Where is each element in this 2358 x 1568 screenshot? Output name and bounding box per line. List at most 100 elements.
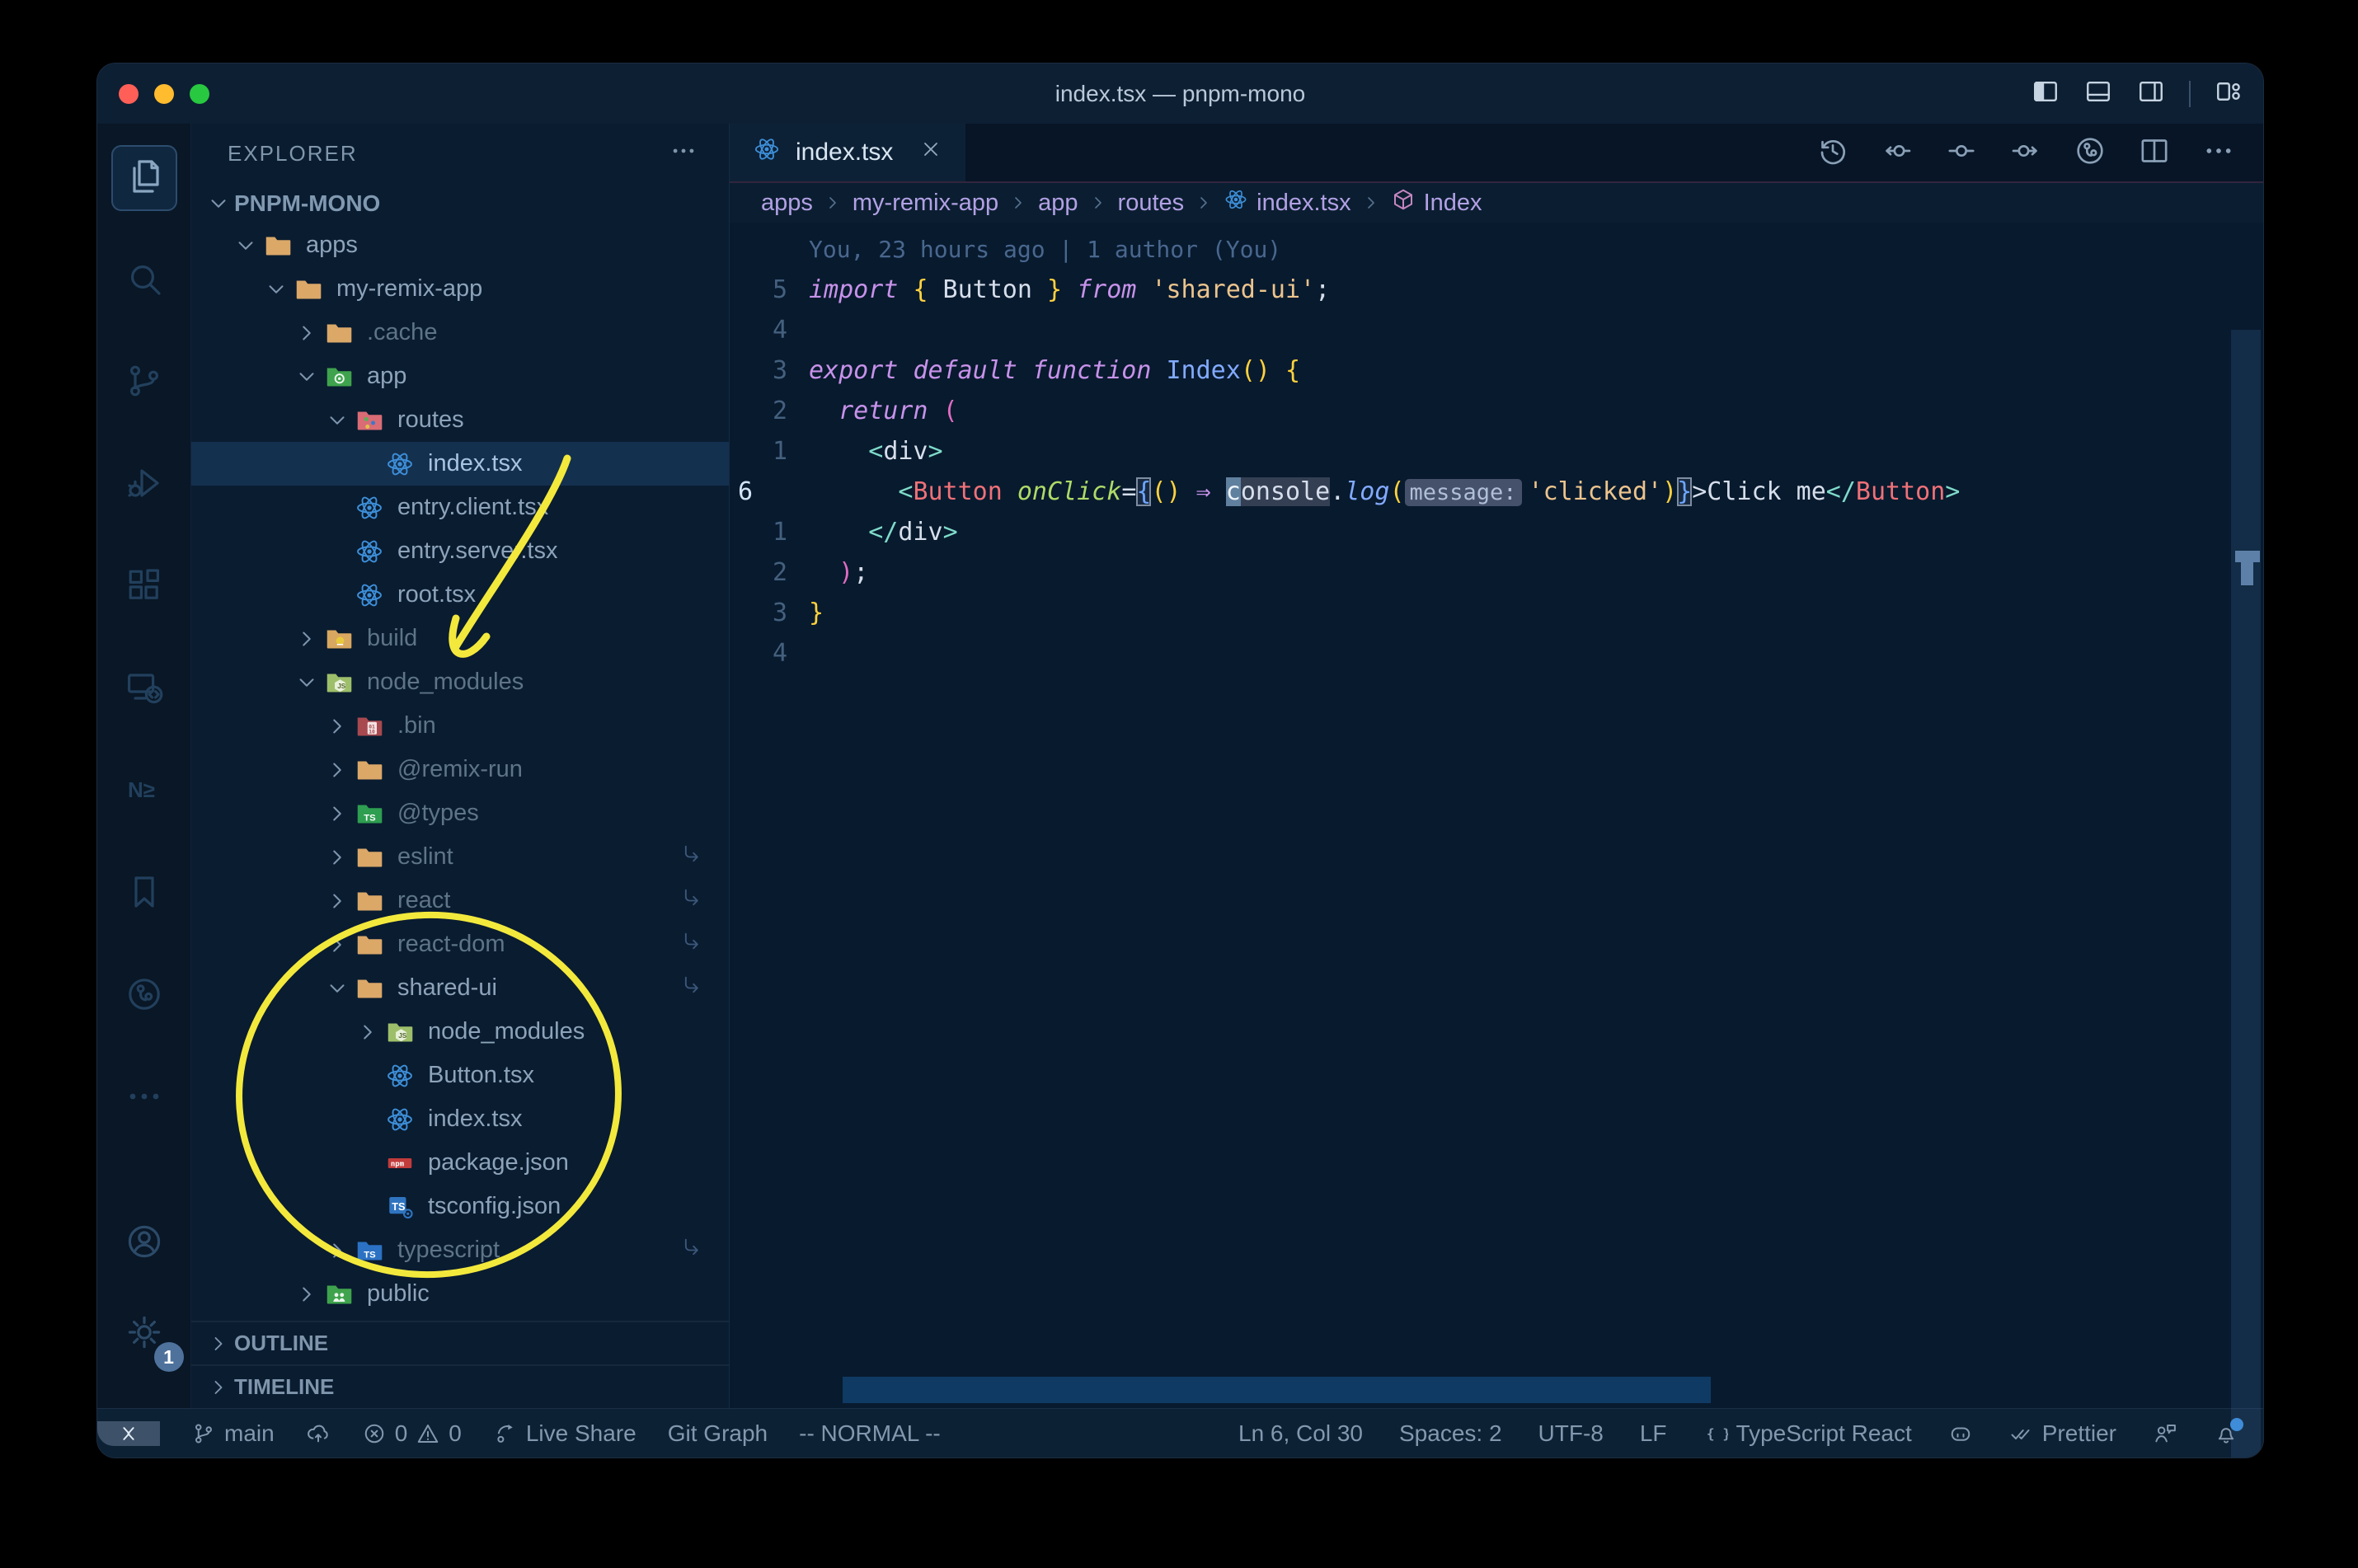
- status-encoding[interactable]: UTF-8: [1538, 1420, 1604, 1447]
- activity-more[interactable]: [111, 1065, 177, 1131]
- tree-item-build[interactable]: build: [191, 617, 729, 660]
- activity-source-control[interactable]: [111, 350, 177, 415]
- activity-remote-explorer[interactable]: [111, 656, 177, 722]
- activity-accounts[interactable]: [111, 1210, 177, 1276]
- tree-item-Button.tsx[interactable]: Button.tsx: [191, 1054, 729, 1097]
- scm-icon: [124, 361, 164, 405]
- breadcrumb-item-app[interactable]: app: [1038, 190, 1078, 217]
- toolbar-nav-node-icon[interactable]: [1945, 134, 1978, 171]
- activity-run-debug[interactable]: [111, 452, 177, 518]
- activity-extensions[interactable]: [111, 554, 177, 620]
- minimize-window-button[interactable]: [154, 83, 174, 104]
- tree-item-react-dom[interactable]: react-dom: [191, 922, 729, 966]
- tree-item-typescript[interactable]: TS typescript: [191, 1228, 729, 1272]
- code-text: import { Button } from 'shared-ui';: [809, 275, 1331, 304]
- status-eol[interactable]: LF: [1640, 1420, 1667, 1447]
- traffic-lights: [119, 63, 209, 124]
- code-text: </div>: [868, 518, 958, 547]
- tree-item-label: public: [367, 1280, 430, 1307]
- tree-item-app[interactable]: app: [191, 354, 729, 398]
- status-remote-indicator[interactable]: [97, 1420, 160, 1446]
- breadcrumb-label: my-remix-app: [852, 189, 999, 216]
- toggle-secondary-sidebar-icon[interactable]: [2136, 77, 2166, 110]
- tree-item-@remix-run[interactable]: @remix-run: [191, 748, 729, 791]
- activity-search[interactable]: [111, 247, 177, 313]
- maximize-window-button[interactable]: [190, 83, 209, 104]
- status-feedback[interactable]: [2153, 1421, 2177, 1446]
- tab-index-tsx[interactable]: index.tsx: [730, 124, 966, 181]
- tree-item-shared-ui[interactable]: shared-ui: [191, 966, 729, 1010]
- breadcrumb-item-routes[interactable]: routes: [1118, 190, 1185, 217]
- tree-item-apps[interactable]: apps: [191, 223, 729, 267]
- toolbar-nav-forward-icon[interactable]: [2009, 134, 2042, 171]
- status-vim-mode[interactable]: -- NORMAL --: [799, 1420, 941, 1447]
- tree-item-index.tsx[interactable]: index.tsx: [191, 442, 729, 486]
- status-problems[interactable]: 00: [362, 1420, 462, 1447]
- branch-icon: [191, 1421, 216, 1446]
- warning-icon: [416, 1421, 440, 1446]
- tree-item-tsconfig.json[interactable]: TS tsconfig.json: [191, 1185, 729, 1228]
- status-git-branch[interactable]: main: [191, 1420, 275, 1447]
- explorer-actions-icon[interactable]: [669, 137, 698, 171]
- status-indentation[interactable]: Spaces: 2: [1399, 1420, 1502, 1447]
- tree-item-@types[interactable]: TS @types: [191, 791, 729, 835]
- outline-section[interactable]: OUTLINE: [191, 1321, 729, 1364]
- chevron-right-icon: [291, 317, 322, 349]
- tree-item-package.json[interactable]: npm package.json: [191, 1141, 729, 1185]
- toolbar-split-editor-icon[interactable]: [2138, 134, 2171, 171]
- status-encoding-label: UTF-8: [1538, 1420, 1604, 1446]
- tree-item-my-remix-app[interactable]: my-remix-app: [191, 267, 729, 311]
- toggle-primary-sidebar-icon[interactable]: [2031, 77, 2060, 110]
- gitlens-icon: [124, 974, 164, 1018]
- vertical-scrollbar[interactable]: [2231, 330, 2261, 1458]
- customize-layout-icon[interactable]: [2214, 77, 2243, 110]
- tree-root-pnpm-mono[interactable]: PNPM-MONO: [191, 183, 729, 223]
- status-cursor-position[interactable]: Ln 6, Col 30: [1238, 1420, 1363, 1447]
- tree-item-react[interactable]: react: [191, 879, 729, 922]
- breadcrumb-item-apps[interactable]: apps: [761, 190, 813, 217]
- tree-item-entry.server.tsx[interactable]: entry.server.tsx: [191, 529, 729, 573]
- toolbar-nav-back-icon[interactable]: [1881, 134, 1914, 171]
- tree-item-routes[interactable]: routes: [191, 398, 729, 442]
- status-git-graph[interactable]: Git Graph: [668, 1420, 768, 1447]
- tree-item-label: .cache: [367, 319, 438, 345]
- status-live-share[interactable]: Live Share: [493, 1420, 636, 1447]
- close-window-button[interactable]: [119, 83, 139, 104]
- toggle-panel-icon[interactable]: [2083, 77, 2113, 110]
- status-notifications[interactable]: [2214, 1417, 2243, 1446]
- tree-item-label: my-remix-app: [336, 275, 483, 302]
- code-editor[interactable]: You, 23 hours ago | 1 author (You) 5 impor…: [730, 223, 2263, 1458]
- tree-item-index.tsx[interactable]: index.tsx: [191, 1097, 729, 1141]
- horizontal-scrollbar[interactable]: [843, 1377, 1711, 1403]
- breadcrumb-item-index.tsx[interactable]: index.tsx: [1224, 187, 1351, 218]
- breadcrumb-item-Index[interactable]: Index: [1391, 187, 1482, 218]
- activity-gitlens[interactable]: [111, 963, 177, 1029]
- file-bin-icon: 01 10: [353, 710, 386, 743]
- toolbar-timeline-icon[interactable]: [1816, 134, 1849, 171]
- activity-settings[interactable]: 1: [111, 1301, 184, 1372]
- toolbar-more-actions-icon[interactable]: [2202, 134, 2235, 171]
- tree-item-entry.client.tsx[interactable]: entry.client.tsx: [191, 486, 729, 529]
- tree-item-node_modules[interactable]: JS node_modules: [191, 660, 729, 704]
- status-prettier[interactable]: Prettier: [2009, 1420, 2116, 1447]
- activity-explorer[interactable]: [110, 145, 177, 211]
- status-sync[interactable]: [306, 1421, 331, 1446]
- activity-bookmarks[interactable]: [111, 861, 177, 927]
- tree-item-.cache[interactable]: .cache: [191, 311, 729, 354]
- tree-item-node_modules[interactable]: JS node_modules: [191, 1010, 729, 1054]
- activity-nx-console[interactable]: N≥: [111, 758, 177, 824]
- tree-item-.bin[interactable]: 01 10 .bin: [191, 704, 729, 748]
- toolbar-gitlens-graph-icon[interactable]: [2074, 134, 2107, 171]
- folder-icon: [322, 317, 355, 350]
- tree-item-eslint[interactable]: eslint: [191, 835, 729, 879]
- close-icon[interactable]: [919, 138, 942, 167]
- status-eol-label: LF: [1639, 1420, 1667, 1446]
- tree-item-root.tsx[interactable]: root.tsx: [191, 573, 729, 617]
- svg-text:TS: TS: [364, 813, 376, 823]
- timeline-section[interactable]: TIMELINE: [191, 1364, 729, 1408]
- breadcrumb-item-my-remix-app[interactable]: my-remix-app: [853, 190, 998, 217]
- tree-item-public[interactable]: public: [191, 1272, 729, 1316]
- status-copilot[interactable]: [1948, 1421, 1973, 1446]
- status-language-mode[interactable]: { } TypeScript React: [1703, 1420, 1911, 1447]
